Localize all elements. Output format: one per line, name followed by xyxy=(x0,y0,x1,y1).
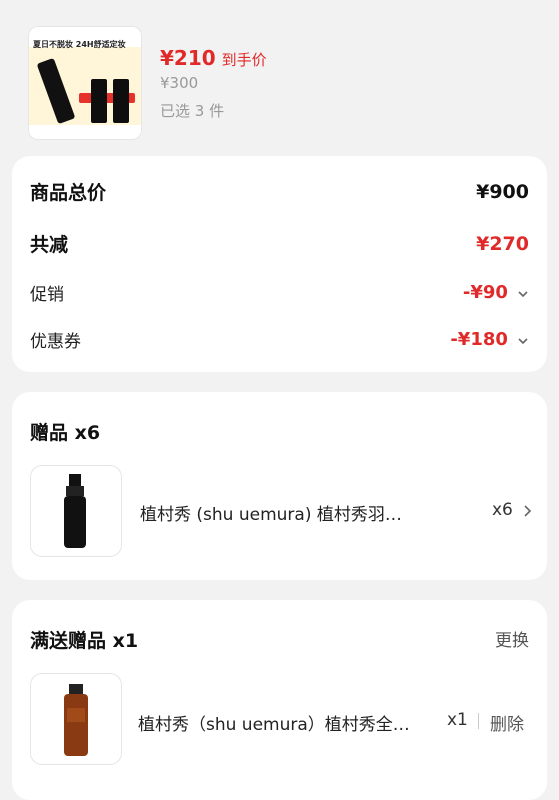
bottle-graphic xyxy=(91,79,107,123)
gift-card: 赠品 x6 植村秀 (shu uemura) 植村秀羽… x6 xyxy=(12,392,547,580)
chevron-down-icon[interactable] xyxy=(517,288,529,300)
product-image[interactable]: 夏日不脱妆 24H舒适定妆 xyxy=(28,26,142,140)
product-header: 夏日不脱妆 24H舒适定妆 ¥210 到手价 ¥300 已选 3 件 xyxy=(0,0,559,145)
total-row: 商品总价 ¥900 xyxy=(30,178,529,205)
bottle-graphic xyxy=(113,79,129,123)
promo-row[interactable]: 促销 -¥90 xyxy=(30,280,529,305)
gift-title: 赠品 x6 xyxy=(30,422,101,444)
thumb-footer xyxy=(29,125,141,139)
change-button[interactable]: 更换 xyxy=(495,626,529,651)
spray-bottle-icon xyxy=(64,474,86,548)
coupon-row[interactable]: 优惠券 -¥180 xyxy=(30,327,529,352)
chevron-down-icon[interactable] xyxy=(517,335,529,347)
full-gift-name[interactable]: 植村秀（shu uemura）植村秀全… xyxy=(138,710,443,735)
thumb-banner-text: 夏日不脱妆 24H舒适定妆 xyxy=(33,40,126,49)
total-label: 商品总价 xyxy=(30,182,107,204)
full-gift-thumbnail[interactable] xyxy=(30,673,122,765)
total-value: ¥900 xyxy=(476,180,529,203)
chevron-right-icon[interactable] xyxy=(522,504,532,518)
price-value: ¥210 xyxy=(160,46,216,70)
discount-value: ¥270 xyxy=(476,232,529,255)
promo-label: 促销 xyxy=(30,285,64,305)
bottle-icon xyxy=(64,684,88,756)
divider xyxy=(478,713,479,729)
original-price: ¥300 xyxy=(160,74,199,92)
final-price: ¥210 到手价 xyxy=(160,46,267,70)
gift-name[interactable]: 植村秀 (shu uemura) 植村秀羽… xyxy=(140,500,440,525)
full-gift-title: 满送赠品 x1 xyxy=(30,630,139,652)
coupon-value: -¥180 xyxy=(450,329,508,350)
price-suffix: 到手价 xyxy=(221,51,267,69)
full-gift-qty: x1 xyxy=(447,710,468,730)
delete-button[interactable]: 删除 xyxy=(490,710,524,735)
coupon-label: 优惠券 xyxy=(30,332,81,352)
selected-count[interactable]: 已选 3 件 xyxy=(160,100,224,121)
discount-row: 共减 ¥270 xyxy=(30,230,529,257)
gift-qty: x6 xyxy=(492,500,513,520)
promo-value: -¥90 xyxy=(462,282,508,303)
discount-label: 共减 xyxy=(30,234,69,256)
price-summary-card: 商品总价 ¥900 共减 ¥270 促销 -¥90 优惠券 -¥180 xyxy=(12,156,547,372)
full-gift-card: 满送赠品 x1 更换 植村秀（shu uemura）植村秀全… x1 删除 xyxy=(12,600,547,800)
bottle-graphic xyxy=(36,57,76,125)
gift-thumbnail[interactable] xyxy=(30,465,122,557)
